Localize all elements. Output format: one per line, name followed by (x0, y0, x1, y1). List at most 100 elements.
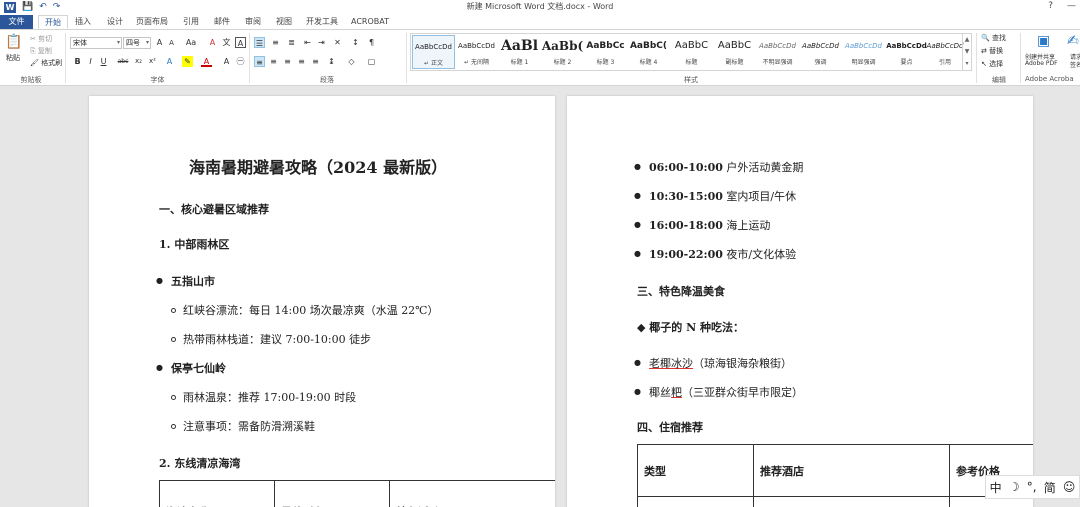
find-button[interactable]: 🔍 查找 (981, 33, 1006, 43)
punctuation-toggle[interactable]: °, (1027, 480, 1037, 494)
strikethrough-icon[interactable]: abc (116, 56, 130, 67)
create-pdf-icon[interactable]: ▣ (1037, 33, 1050, 49)
table-header-cell[interactable]: 推荐酒店 (753, 444, 950, 497)
gallery-down-icon[interactable]: ▼ (963, 46, 971, 58)
page-1[interactable]: 海南暑期避暑攻略（2024 最新版） 一、核心避暑区域推荐 1. 中部雨林区 ●… (89, 96, 555, 507)
shading-icon[interactable]: ◇ (346, 56, 357, 67)
hotels-table[interactable]: 类型 推荐酒店 参考价格 (637, 444, 1033, 507)
borders-icon[interactable]: ▢ (366, 56, 377, 67)
style-heading-1[interactable]: AaBl 标题 1 (498, 35, 541, 69)
tab-insert[interactable]: 插入 (70, 15, 96, 29)
tab-layout[interactable]: 页面布局 (133, 15, 171, 29)
font-size-select[interactable]: 四号 (123, 37, 151, 49)
styles-gallery: AaBbCcDd ↵ 正文 AaBbCcDd ↵ 无间隔 AaBl 标题 1 AaBb… (410, 33, 972, 71)
line-spacing-icon[interactable]: ↨ (326, 56, 337, 67)
tab-acrobat[interactable]: ACROBAT (348, 15, 392, 29)
font-group-label: 字体 (150, 76, 165, 84)
table-cell[interactable] (637, 496, 754, 507)
style-strong[interactable]: AaBbCcDd 要点 (885, 35, 928, 69)
align-right-icon[interactable]: ≡ (282, 56, 293, 67)
numbering-icon[interactable]: ≡ (270, 37, 281, 48)
multilevel-list-icon[interactable]: ≣ (286, 37, 297, 48)
bays-table[interactable]: 海湾名称 最佳时段 特色活动 (159, 480, 555, 507)
char-border-icon[interactable]: A (235, 37, 246, 48)
gallery-up-icon[interactable]: ▲ (963, 34, 971, 46)
tab-references[interactable]: 引用 (178, 15, 204, 29)
tab-review[interactable]: 审阅 (240, 15, 266, 29)
align-center-icon[interactable]: ≡ (268, 56, 279, 67)
italic-icon[interactable]: I (85, 56, 96, 67)
underline-icon[interactable]: U (98, 56, 109, 67)
style-title[interactable]: AaBbC 标题 (670, 35, 713, 69)
style-quote[interactable]: AaBbCcDd 引用 (926, 35, 964, 69)
copy-button[interactable]: ⎘ 复制 (30, 46, 52, 56)
tab-view[interactable]: 视图 (271, 15, 297, 29)
style-heading-4[interactable]: AaBbC(标题 4 (627, 35, 670, 69)
ime-language-toggle[interactable]: 中 (990, 479, 1002, 496)
style-subtitle[interactable]: AaBbC 副标题 (713, 35, 756, 69)
style-heading-3[interactable]: AaBbCc 标题 3 (584, 35, 627, 69)
font-color-icon[interactable]: A (201, 56, 212, 67)
style-intense-emphasis[interactable]: AaBbCcDd 明显强调 (842, 35, 885, 69)
bold-icon[interactable]: B (72, 56, 83, 67)
emoji-icon[interactable]: ☺ (1063, 480, 1076, 494)
style-emphasis[interactable]: AaBbCcDd 强调 (799, 35, 842, 69)
document-area[interactable]: 海南暑期避暑攻略（2024 最新版） 一、核心避暑区域推荐 1. 中部雨林区 ●… (0, 86, 1080, 507)
format-painter-button[interactable]: 🖌 格式刷 (30, 58, 62, 68)
style-heading-2[interactable]: AaBb(标题 2 (541, 35, 584, 69)
chinese-layout-icon[interactable]: ✕ (332, 37, 343, 48)
shrink-font-icon[interactable]: A (166, 38, 177, 49)
tab-design[interactable]: 设计 (102, 15, 128, 29)
enclose-char-icon[interactable]: ㊀ (235, 56, 246, 67)
paste-button[interactable]: 粘贴 (6, 53, 20, 63)
align-left-icon[interactable]: ≡ (254, 56, 265, 67)
increase-indent-icon[interactable]: ⇥ (316, 37, 327, 48)
style-label: ↵ 无间隔 (464, 59, 489, 66)
ime-toolbar[interactable]: 中 ☽ °, 简 ☺ (985, 475, 1080, 499)
clear-format-icon[interactable]: A (207, 37, 218, 48)
style-no-spacing[interactable]: AaBbCcDd ↵ 无间隔 (455, 35, 498, 69)
minimize-button[interactable]: — (1067, 1, 1076, 11)
text-effects-icon[interactable]: A (164, 56, 175, 67)
tab-home[interactable]: 开始 (38, 15, 68, 29)
show-marks-icon[interactable]: ¶ (366, 37, 377, 48)
paste-icon[interactable]: 📋 (5, 34, 22, 50)
subscript-icon[interactable]: x₂ (133, 56, 144, 67)
phonetic-icon[interactable]: 文 (221, 37, 232, 48)
distributed-icon[interactable]: ≡ (310, 56, 321, 67)
highlight-icon[interactable]: ✎ (182, 56, 193, 67)
request-signature-icon[interactable]: ✍ (1067, 33, 1079, 49)
table-cell[interactable] (753, 496, 950, 507)
gallery-scrollbar[interactable]: ▲ ▼ ▾ (962, 34, 971, 70)
decrease-indent-icon[interactable]: ⇤ (302, 37, 313, 48)
create-share-label-2[interactable]: Adobe PDF (1025, 60, 1058, 67)
select-button[interactable]: ↖ 选择 (981, 59, 1003, 69)
request-label-2[interactable]: 签名 (1070, 60, 1080, 69)
gallery-more-icon[interactable]: ▾ (963, 58, 971, 70)
food-link[interactable]: 老椰冰沙 (649, 357, 693, 370)
tab-file[interactable]: 文件 (0, 15, 33, 29)
table-header-cell[interactable]: 特色活动 (389, 480, 555, 507)
justify-icon[interactable]: ≡ (296, 56, 307, 67)
style-subtle-emphasis[interactable]: AaBbCcDd 不明显强调 (756, 35, 799, 69)
tab-mailings[interactable]: 邮件 (209, 15, 235, 29)
table-header-cell[interactable]: 类型 (637, 444, 754, 497)
style-normal[interactable]: AaBbCcDd ↵ 正文 (412, 35, 455, 69)
tab-developer[interactable]: 开发工具 (303, 15, 341, 29)
table-header-cell[interactable]: 海湾名称 (159, 480, 275, 507)
char-shading-icon[interactable]: A (221, 56, 232, 67)
font-name-select[interactable]: 宋体 (70, 37, 122, 49)
replace-button[interactable]: ⇄ 替换 (981, 46, 1003, 56)
superscript-icon[interactable]: x² (147, 56, 158, 67)
grow-font-icon[interactable]: A (154, 37, 165, 48)
food-name-misspelled[interactable]: 粑 (671, 386, 682, 399)
simplified-toggle[interactable]: 简 (1044, 479, 1056, 496)
help-button[interactable]: ? (1048, 1, 1053, 11)
cut-button[interactable]: ✂ 剪切 (30, 34, 52, 44)
page-2[interactable]: ● 06:00-10:00 户外活动黄金期 ● 10:30-15:00 室内项目… (567, 96, 1033, 507)
change-case-icon[interactable]: Aa (183, 37, 199, 48)
moon-icon[interactable]: ☽ (1009, 480, 1020, 494)
table-header-cell[interactable]: 最佳时段 (274, 480, 390, 507)
sort-icon[interactable]: ↕ (350, 37, 361, 48)
bullets-icon[interactable]: ☰ (254, 37, 265, 48)
